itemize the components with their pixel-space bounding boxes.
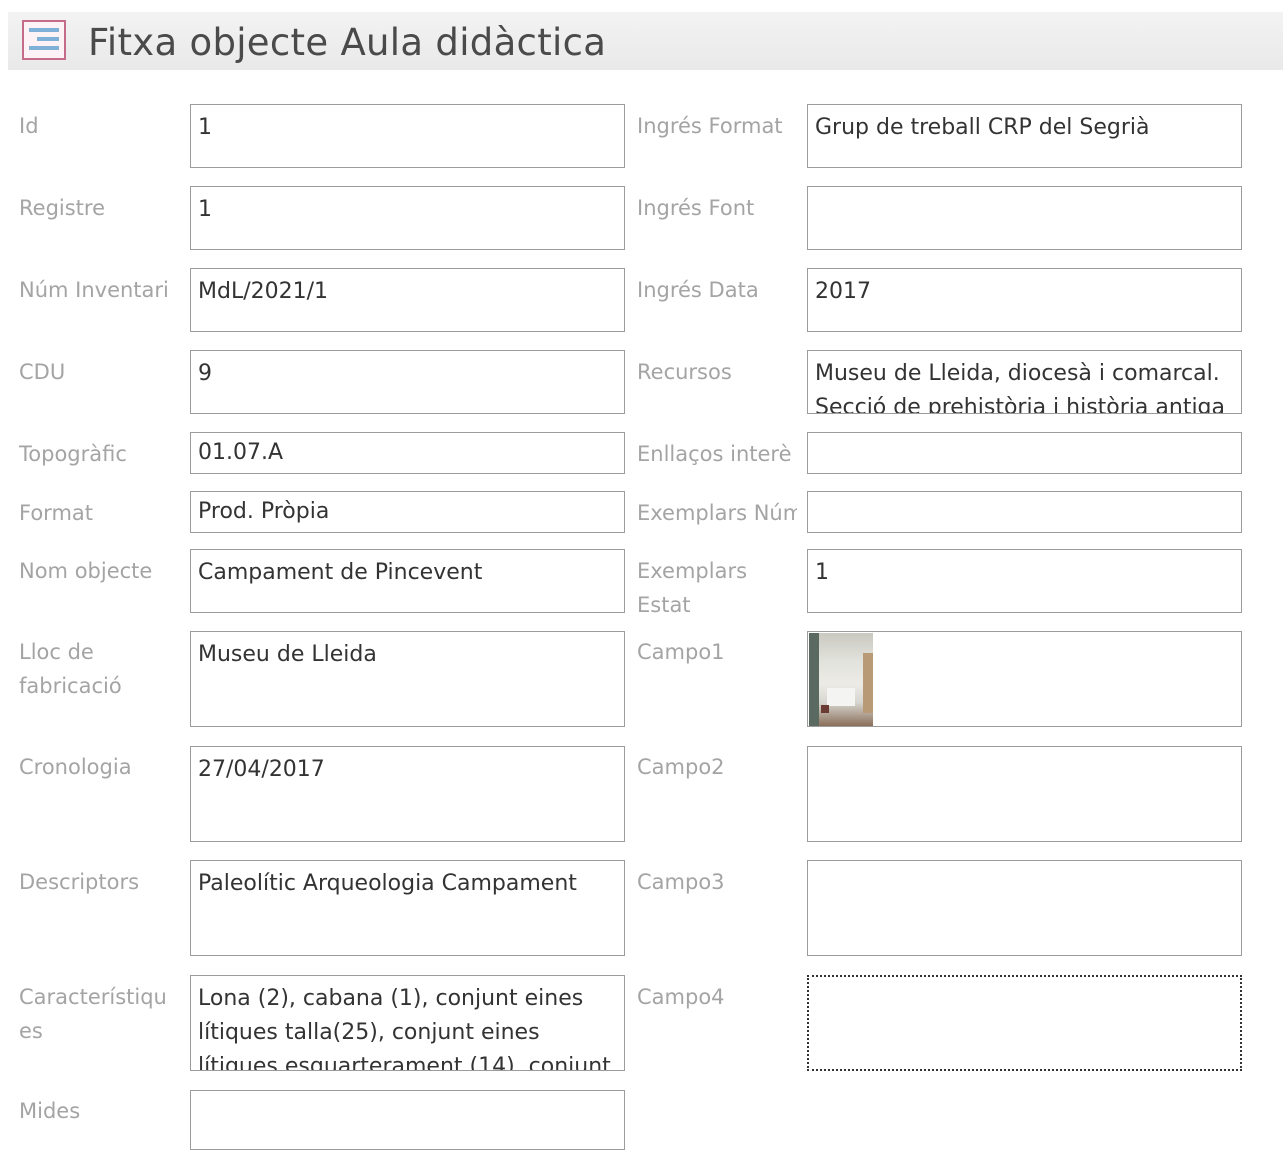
campo4-field[interactable]	[807, 975, 1242, 1071]
exemplars-num-field[interactable]	[807, 491, 1242, 533]
ingres-font-field[interactable]	[807, 186, 1242, 250]
id-label: Id	[19, 114, 39, 138]
nom-objecte-label: Nom objecte	[19, 559, 153, 583]
mides-field[interactable]	[190, 1090, 625, 1150]
cdu-label: CDU	[19, 360, 66, 384]
cronologia-field[interactable]: 27/04/2017	[190, 746, 625, 842]
enllacos-field[interactable]	[807, 432, 1242, 474]
campo3-field[interactable]	[807, 860, 1242, 956]
num-inventari-field[interactable]: MdL/2021/1	[190, 268, 625, 332]
descriptors-label: Descriptors	[19, 870, 140, 894]
lloc-fabricacio-field[interactable]: Museu de Lleida	[190, 631, 625, 727]
campo2-label: Campo2	[637, 755, 725, 779]
recursos-label: Recursos	[637, 360, 732, 384]
ingres-format-field[interactable]: Grup de treball CRP del Segrià	[807, 104, 1242, 168]
form-header: Fitxa objecte Aula didàctica	[8, 12, 1283, 70]
cronologia-label: Cronologia	[19, 755, 132, 779]
campo1-field[interactable]	[807, 631, 1242, 727]
campo2-field[interactable]	[807, 746, 1242, 842]
exemplars-estat-label: Exemplars Estat	[637, 559, 748, 614]
mides-label: Mides	[19, 1099, 81, 1123]
recursos-field[interactable]: Museu de Lleida, diocesà i comarcal. Sec…	[807, 350, 1242, 414]
enllacos-label: Enllaços interè	[637, 442, 792, 466]
ingres-data-field[interactable]: 2017	[807, 268, 1242, 332]
ingres-format-label: Ingrés Format	[637, 114, 783, 138]
caracteristiques-label: Característiqu es	[19, 985, 167, 1043]
campo3-label: Campo3	[637, 870, 725, 894]
exemplars-num-label: Exemplars Núm	[637, 501, 797, 525]
exemplars-estat-field[interactable]: 1	[807, 549, 1242, 613]
topografic-label: Topogràfic	[19, 442, 127, 466]
lloc-fabricacio-label: Lloc de fabricació	[19, 640, 122, 698]
descriptors-field[interactable]: Paleolític Arqueologia Campament	[190, 860, 625, 956]
registre-label: Registre	[19, 196, 105, 220]
ingres-data-label: Ingrés Data	[637, 278, 759, 302]
page-title: Fitxa objecte Aula didàctica	[88, 21, 607, 64]
cdu-field[interactable]: 9	[190, 350, 625, 414]
topografic-field[interactable]: 01.07.A	[190, 432, 625, 474]
registre-field[interactable]: 1	[190, 186, 625, 250]
form-icon	[22, 20, 66, 60]
caracteristiques-field[interactable]: Lona (2), cabana (1), conjunt eines líti…	[190, 975, 625, 1071]
campo4-label: Campo4	[637, 985, 725, 1009]
format-field[interactable]: Prod. Pròpia	[190, 491, 625, 533]
id-field[interactable]: 1	[190, 104, 625, 168]
campo1-label: Campo1	[637, 640, 725, 664]
ingres-font-label: Ingrés Font	[637, 196, 755, 220]
format-label: Format	[19, 501, 94, 525]
campo1-image[interactable]	[809, 633, 873, 726]
num-inventari-label: Núm Inventari	[19, 278, 169, 302]
nom-objecte-field[interactable]: Campament de Pincevent	[190, 549, 625, 613]
